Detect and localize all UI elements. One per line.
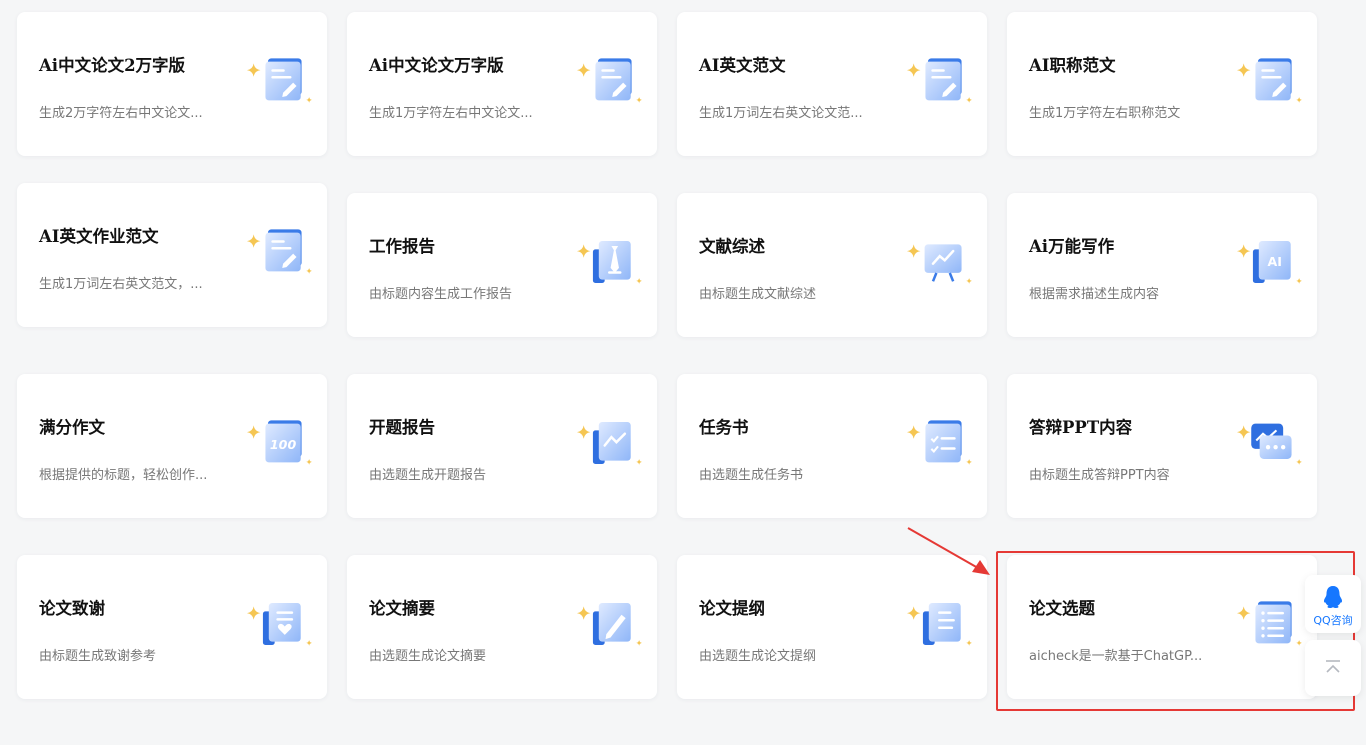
card-ai-chinese-paper-10k[interactable]: Ai中文论文万字版 生成1万字符左右中文论文... — [347, 12, 657, 156]
card-ai-title-paper[interactable]: AI职称范文 生成1万字符左右职称范文 — [1007, 12, 1317, 156]
outline-doc-icon-art — [906, 603, 973, 646]
qq-consult-button[interactable]: QQ咨询 — [1305, 575, 1361, 633]
document-pen-icon-art — [1236, 58, 1303, 103]
card-title: 论文提纲 — [699, 599, 765, 618]
chart-board-icon — [891, 231, 975, 293]
card-description: 由选题生成开题报告 — [369, 468, 487, 483]
card-title: AI英文范文 — [699, 56, 786, 75]
card-literature-review[interactable]: 文献综述 由标题生成文献综述 — [677, 193, 987, 337]
card-title: Ai中文论文万字版 — [369, 56, 504, 75]
document-pen-icon — [1221, 50, 1305, 112]
task-checklist-icon-art — [906, 420, 973, 465]
document-pen-icon — [561, 50, 645, 112]
task-checklist-icon — [891, 412, 975, 474]
card-description: 根据提供的标题，轻松创作... — [39, 468, 208, 483]
opening-report-chart-icon — [561, 412, 645, 474]
tie-report-icon-art — [576, 241, 643, 284]
card-thesis-outline[interactable]: 论文提纲 由选题生成论文提纲 — [677, 555, 987, 699]
card-title: Ai万能写作 — [1029, 237, 1115, 256]
ppt-chat-icon-art — [1236, 423, 1303, 465]
card-description: 由标题生成答辩PPT内容 — [1029, 468, 1170, 483]
card-description: 由标题内容生成工作报告 — [369, 287, 513, 302]
card-description: 根据需求描述生成内容 — [1029, 287, 1160, 302]
card-work-report[interactable]: 工作报告 由标题内容生成工作报告 — [347, 193, 657, 337]
document-pen-icon-art — [246, 58, 313, 103]
document-pen-icon — [891, 50, 975, 112]
svg-text:AI: AI — [1268, 254, 1282, 269]
document-pen-icon-art — [246, 229, 313, 274]
chart-board-icon-art — [906, 244, 973, 284]
card-title: 任务书 — [699, 418, 749, 437]
card-title: 开题报告 — [369, 418, 435, 437]
back-to-top-icon — [1326, 660, 1340, 673]
document-pen-icon — [231, 50, 315, 112]
opening-report-chart-icon-art — [576, 422, 643, 465]
abstract-pen-icon-art — [576, 603, 643, 646]
abstract-pen-icon — [561, 593, 645, 655]
ai-write-icon: AI — [1221, 231, 1305, 293]
card-title: Ai中文论文2万字版 — [39, 56, 186, 75]
svg-text:100: 100 — [270, 437, 297, 452]
back-to-top-button[interactable] — [1305, 640, 1361, 696]
card-description: 由标题生成文献综述 — [699, 287, 817, 302]
card-thesis-acknowledgement[interactable]: 论文致谢 由标题生成致谢参考 — [17, 555, 327, 699]
card-description: 由选题生成任务书 — [699, 468, 804, 483]
card-ai-chinese-paper-20k[interactable]: Ai中文论文2万字版 生成2万字符左右中文论文... — [17, 12, 327, 156]
card-defense-ppt[interactable]: 答辩PPT内容 由标题生成答辩PPT内容 — [1007, 374, 1317, 518]
card-title: 论文选题 — [1029, 599, 1095, 618]
card-description: 生成1万字符左右中文论文... — [369, 106, 533, 121]
score-100-icon-art: 100 — [246, 420, 313, 465]
card-description: 生成1万词左右英文范文，... — [39, 277, 203, 292]
card-title: 文献综述 — [699, 237, 765, 256]
ppt-chat-icon — [1221, 412, 1305, 474]
card-title: AI职称范文 — [1029, 56, 1116, 75]
thanks-heart-icon-art — [246, 603, 313, 646]
card-thesis-topic[interactable]: 论文选题 aicheck是一款基于ChatGP... — [1007, 555, 1317, 699]
topic-list-icon — [1221, 593, 1305, 655]
qq-consult-label: QQ咨询 — [1313, 614, 1353, 627]
thanks-heart-icon — [231, 593, 315, 655]
qq-penguin-icon — [1323, 586, 1343, 608]
document-pen-icon-art — [576, 58, 643, 103]
card-description: aicheck是一款基于ChatGP... — [1029, 649, 1203, 664]
card-task-book[interactable]: 任务书 由选题生成任务书 — [677, 374, 987, 518]
card-description: 生成1万词左右英文论文范... — [699, 106, 863, 121]
card-description: 生成2万字符左右中文论文... — [39, 106, 203, 121]
app-root: Ai中文论文2万字版 生成2万字符左右中文论文... Ai中文论文万字版 生成1… — [0, 0, 1366, 745]
card-full-score-essay[interactable]: 满分作文 根据提供的标题，轻松创作... 100 — [17, 374, 327, 518]
card-description: 由选题生成论文摘要 — [369, 649, 487, 664]
card-ai-english-paper[interactable]: AI英文范文 生成1万词左右英文论文范... — [677, 12, 987, 156]
card-description: 生成1万字符左右职称范文 — [1029, 106, 1181, 121]
card-ai-universal-writing[interactable]: Ai万能写作 根据需求描述生成内容 AI — [1007, 193, 1317, 337]
tie-report-icon — [561, 231, 645, 293]
card-title: AI英文作业范文 — [39, 227, 159, 246]
ai-write-icon-art: AI — [1236, 241, 1303, 284]
document-pen-icon — [231, 221, 315, 283]
card-thesis-abstract[interactable]: 论文摘要 由选题生成论文摘要 — [347, 555, 657, 699]
topic-list-icon-art — [1236, 601, 1303, 646]
card-title: 满分作文 — [39, 418, 105, 437]
card-description: 由标题生成致谢参考 — [39, 649, 157, 664]
card-title: 工作报告 — [369, 237, 435, 256]
outline-doc-icon — [891, 593, 975, 655]
card-opening-report[interactable]: 开题报告 由选题生成开题报告 — [347, 374, 657, 518]
card-title: 论文致谢 — [39, 599, 105, 618]
card-title: 论文摘要 — [369, 599, 435, 618]
card-ai-english-homework[interactable]: AI英文作业范文 生成1万词左右英文范文，... — [17, 183, 327, 327]
score-100-icon: 100 — [231, 412, 315, 474]
card-description: 由选题生成论文提纲 — [699, 649, 817, 664]
document-pen-icon-art — [906, 58, 973, 103]
card-title: 答辩PPT内容 — [1029, 418, 1133, 437]
